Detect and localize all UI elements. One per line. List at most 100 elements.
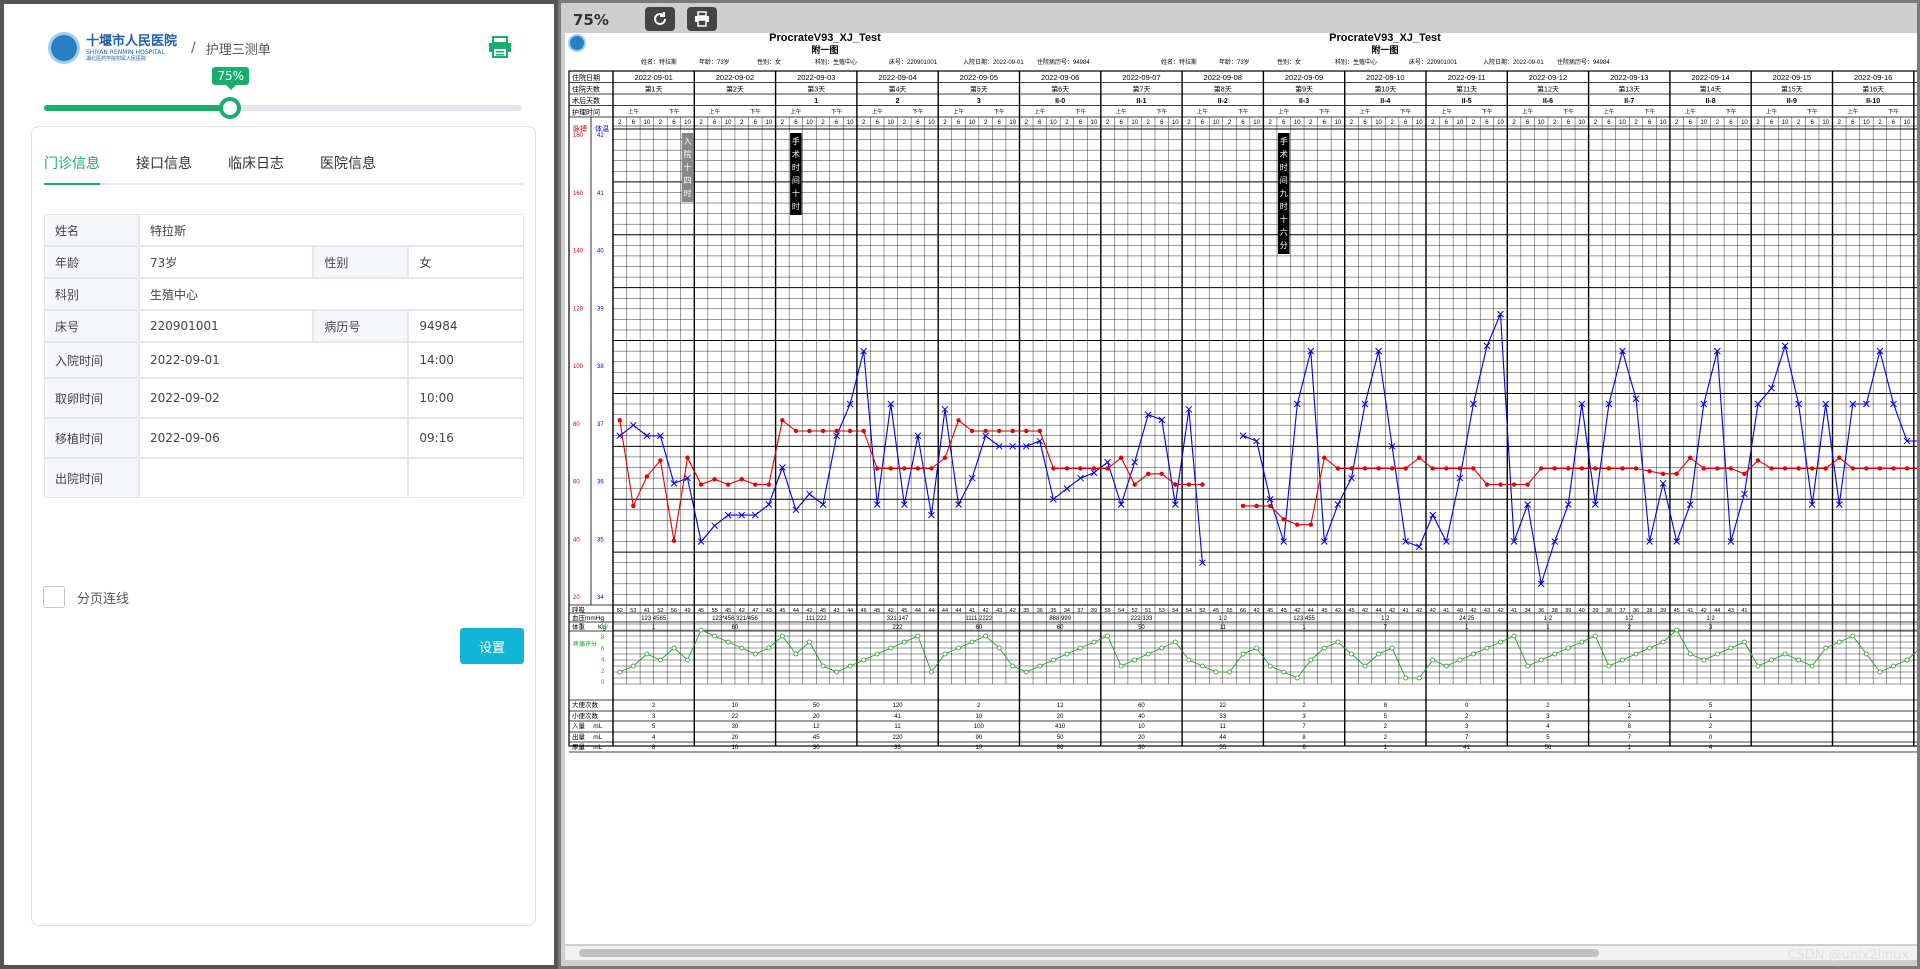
date-cell: 2022-09-04 — [878, 73, 916, 82]
hospital-name-en: SHIYAN RENMIN HOSPITAL — [86, 48, 165, 56]
bottom-cell: 30 — [732, 724, 739, 730]
patient-info-text: 床号：220901001 — [1409, 58, 1458, 66]
resp-value: 38 — [1647, 608, 1653, 614]
discharge-date-field[interactable] — [139, 458, 409, 498]
transfer-time-field[interactable]: 09:16 — [408, 418, 524, 458]
bottom-cell: 3 — [652, 714, 656, 720]
bed-field[interactable]: 220901001 — [139, 310, 314, 342]
bottom-cell: 2 — [652, 703, 656, 709]
page-connect-checkbox[interactable] — [43, 586, 65, 608]
resp-value: 55 — [1105, 608, 1111, 614]
patient-info-text: 科别：生殖中心 — [1335, 58, 1377, 66]
bottom-cell: 30 — [813, 745, 820, 751]
pulse-point — [847, 428, 853, 434]
tab-outpatient-info[interactable]: 门诊信息 — [44, 145, 100, 185]
hour-label: 10 — [1538, 120, 1545, 126]
temp-tick: 41 — [597, 191, 604, 197]
hour-label: 2 — [1512, 120, 1516, 126]
scrollbar-thumb[interactable] — [579, 949, 1599, 957]
pain-point — [1850, 633, 1856, 639]
admit-time-field[interactable]: 14:00 — [408, 342, 524, 378]
pain-point — [1836, 639, 1842, 645]
stay-day-cell: 第11天 — [1456, 85, 1477, 94]
bottom-cell: 100 — [974, 724, 985, 730]
resp-value: 42 — [1254, 608, 1260, 614]
resp-value: 52 — [657, 608, 663, 614]
bottom-cell: 80 — [1057, 745, 1064, 751]
pm-label: 下午 — [1400, 108, 1412, 116]
pulse-point — [1796, 466, 1801, 471]
record-field[interactable]: 94984 — [408, 310, 524, 342]
pulse-axis-label: 脉搏 — [573, 124, 587, 133]
am-label: 上午 — [1278, 108, 1290, 116]
hour-label: 2 — [1716, 120, 1720, 126]
refresh-button[interactable] — [645, 7, 675, 31]
hour-label: 6 — [1607, 120, 1611, 126]
temp-point — [1415, 543, 1423, 551]
bottom-cell: 20 — [813, 714, 820, 720]
printer-icon[interactable] — [488, 36, 512, 58]
dept-label: 科别 — [44, 278, 139, 310]
pain-point — [1620, 657, 1625, 663]
zoom-slider[interactable]: 75% — [44, 67, 522, 119]
post-op-cell: 2 — [896, 98, 900, 105]
temp-point — [711, 522, 718, 530]
pulse-point — [1132, 482, 1137, 487]
pain-point — [685, 657, 690, 663]
resp-value: 44 — [847, 608, 853, 614]
bottom-cell: 24 25 — [1459, 616, 1475, 622]
resp-value: 41 — [1687, 608, 1693, 614]
hour-label: 10 — [1253, 120, 1260, 126]
stay-day-cell: 第4天 — [889, 85, 907, 94]
name-field[interactable]: 特拉斯 — [139, 214, 524, 246]
transfer-date-field[interactable]: 2022-09-06 — [139, 418, 409, 458]
pulse-point — [956, 418, 961, 423]
resp-value: 44 — [955, 608, 961, 614]
bottom-cell: 8 — [1302, 735, 1306, 741]
bottom-row-label: 尿量 mL — [572, 743, 603, 751]
pulse-tick: 80 — [573, 422, 580, 428]
pm-label: 下午 — [1807, 108, 1819, 116]
tab-clinical-log[interactable]: 临床日志 — [228, 145, 284, 185]
bottom-cell: 410 — [1055, 724, 1066, 730]
patient-info-text: 性别：女 — [757, 58, 781, 66]
post-op-cell: II-6 — [1543, 98, 1553, 105]
hour-label: 6 — [1404, 120, 1408, 126]
gender-field[interactable]: 女 — [408, 246, 524, 278]
resp-value: 52 — [1132, 608, 1138, 614]
admit-date-field[interactable]: 2022-09-01 — [139, 342, 409, 378]
print-button[interactable] — [687, 7, 717, 31]
annotation-char: 间 — [792, 176, 800, 185]
zoom-slider-handle[interactable] — [219, 97, 242, 119]
egg-time-field[interactable]: 10:00 — [408, 378, 524, 418]
page-connect-option[interactable]: 分页连线 — [43, 586, 129, 608]
dept-field[interactable]: 生殖中心 — [139, 278, 524, 310]
date-cell: 2022-09-06 — [1041, 73, 1079, 82]
age-field[interactable]: 73岁 — [139, 246, 314, 278]
breadcrumb-current[interactable]: 护理三测单 — [206, 39, 271, 58]
bottom-cell: 12 — [813, 724, 820, 730]
hour-label: 2 — [740, 120, 744, 126]
hour-label: 6 — [713, 120, 717, 126]
resp-value: 39 — [1592, 608, 1598, 614]
hour-label: 6 — [794, 120, 798, 126]
bottom-cell: 41 — [894, 714, 901, 720]
hour-label: 2 — [903, 120, 907, 126]
resp-value: 44 — [915, 608, 921, 614]
patient-info-text: 性别：女 — [1277, 58, 1301, 66]
hour-label: 2 — [1106, 120, 1110, 126]
date-cell: 2022-09-02 — [716, 73, 754, 82]
tab-hospital-info[interactable]: 医院信息 — [320, 145, 376, 185]
hour-label: 6 — [1770, 120, 1774, 126]
temp-point — [806, 490, 813, 498]
tab-interface-info[interactable]: 接口信息 — [136, 145, 192, 185]
horizontal-scrollbar[interactable] — [565, 946, 1917, 960]
pulse-point — [1850, 466, 1856, 471]
stay-day-cell: 第12天 — [1537, 85, 1559, 94]
bottom-cell: 10 — [732, 703, 739, 709]
resp-value: 41 — [1741, 608, 1747, 614]
egg-date-field[interactable]: 2022-09-02 — [139, 378, 409, 418]
pain-point — [1592, 633, 1598, 639]
settings-button[interactable]: 设置 — [460, 628, 524, 664]
discharge-time-field[interactable] — [408, 458, 524, 498]
